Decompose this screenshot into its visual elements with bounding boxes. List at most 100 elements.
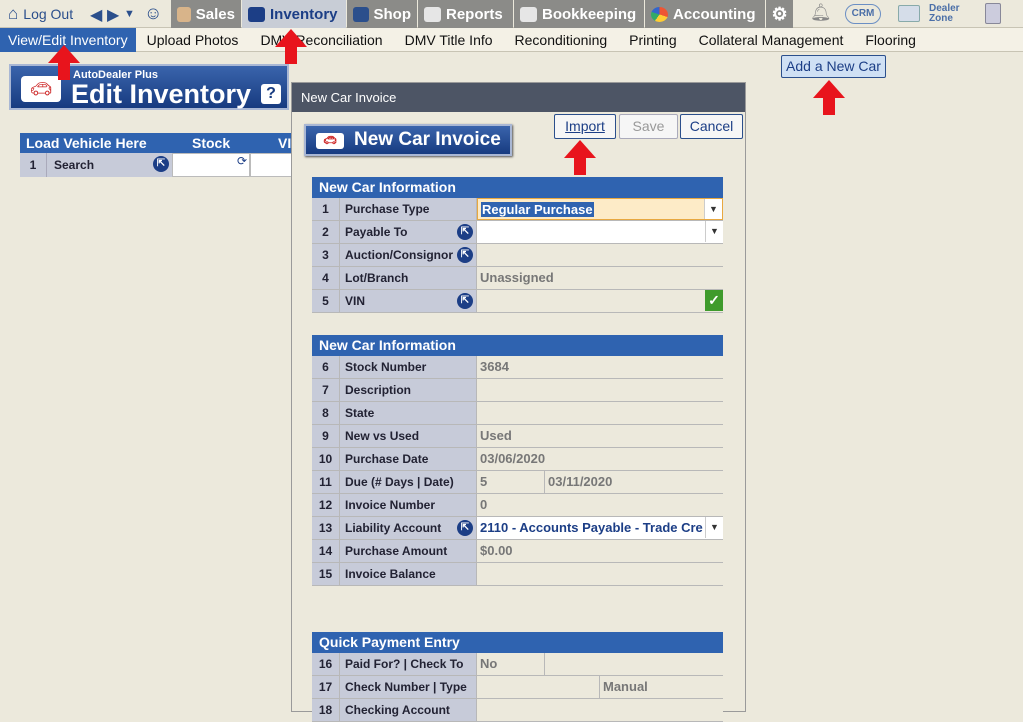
calculator-icon[interactable] xyxy=(985,3,1001,24)
dealer-zone-button[interactable]: Dealer Zone xyxy=(898,3,968,25)
vin-input[interactable] xyxy=(250,153,295,177)
table-row: 16 Paid For? | Check To No xyxy=(312,653,723,676)
crm-button[interactable]: CRM xyxy=(845,4,881,24)
auction-consignor-field[interactable] xyxy=(477,244,723,266)
tab-bookkeeping[interactable]: Bookkeeping xyxy=(514,0,644,28)
invoice-balance-field[interactable] xyxy=(477,563,723,585)
table-row: 8 State xyxy=(312,402,723,425)
description-label: Description xyxy=(340,379,477,401)
liability-account-select[interactable]: 2110 - Accounts Payable - Trade Cre ▼ xyxy=(477,517,723,539)
cancel-button[interactable]: Cancel xyxy=(680,114,743,139)
save-button[interactable]: Save xyxy=(619,114,678,139)
tab-sales[interactable]: Sales xyxy=(171,0,241,28)
lookup-icon[interactable]: ⇱ xyxy=(457,520,473,536)
table-row: 9 New vs Used Used xyxy=(312,425,723,448)
load-vehicle-header: Load Vehicle Here xyxy=(26,135,147,151)
report-icon xyxy=(424,6,441,22)
tab-reports[interactable]: Reports xyxy=(418,0,513,28)
invoice-number-field[interactable]: 0 xyxy=(477,494,723,516)
check-number-field[interactable] xyxy=(477,676,600,698)
forward-arrow-icon[interactable]: ▶ xyxy=(107,5,119,25)
chevron-down-icon[interactable]: ▼ xyxy=(705,517,723,538)
page-title: Edit Inventory xyxy=(71,79,252,109)
page-title-banner: 🚗︎ AutoDealer Plus Edit Inventory ? xyxy=(9,64,289,110)
tab-accounting[interactable]: Accounting xyxy=(645,0,765,28)
table-row: 7 Description xyxy=(312,379,723,402)
purchase-amount-label: Purchase Amount xyxy=(340,540,477,562)
state-label: State xyxy=(340,402,477,424)
lookup-icon[interactable]: ⇱ xyxy=(457,293,473,309)
top-navigation-bar: ⌂ Log Out ◀ ▶ ▼ ☺ Sales Inventory Shop R… xyxy=(0,0,1023,28)
table-row: 18 Checking Account xyxy=(312,699,723,722)
help-icon[interactable]: ? xyxy=(261,84,281,104)
state-field[interactable] xyxy=(477,402,723,424)
tab-inventory[interactable]: Inventory xyxy=(242,0,346,28)
check-type-field[interactable]: Manual xyxy=(600,676,648,698)
stock-number-label: Stock Number xyxy=(340,356,477,378)
paid-for-field[interactable]: No xyxy=(477,653,545,675)
subnav-dmv-title-info[interactable]: DMV Title Info xyxy=(394,28,504,52)
back-arrow-icon[interactable]: ◀ xyxy=(90,5,102,25)
auction-consignor-label: Auction/Consignor ⇱ xyxy=(340,244,477,266)
checking-account-field[interactable] xyxy=(477,699,723,721)
new-car-information-section-1: New Car Information 1 Purchase Type Regu… xyxy=(312,177,723,313)
pie-chart-icon xyxy=(651,6,668,22)
payable-to-select[interactable]: ▼ xyxy=(477,221,723,243)
due-date-field[interactable]: 03/11/2020 xyxy=(545,471,612,493)
home-icon: ⌂ xyxy=(8,4,19,23)
table-row: 11 Due (# Days | Date) 5 03/11/2020 xyxy=(312,471,723,494)
lookup-icon[interactable]: ⇱ xyxy=(457,224,473,240)
subnav-dmv-reconciliation[interactable]: DMV Reconciliation xyxy=(249,28,393,52)
row-number: 1 xyxy=(20,153,46,177)
user-face-icon[interactable]: ☺ xyxy=(144,3,162,24)
stock-input[interactable]: ⟳ xyxy=(172,153,250,177)
vin-field[interactable]: ✓ xyxy=(477,290,723,312)
table-row: 10 Purchase Date 03/06/2020 xyxy=(312,448,723,471)
bell-icon[interactable]: 🔔︎ xyxy=(810,3,832,23)
logout-button[interactable]: ⌂ Log Out xyxy=(2,0,79,28)
refresh-icon[interactable]: ⟳ xyxy=(237,154,247,168)
due-days-field[interactable]: 5 xyxy=(477,471,545,493)
tab-shop[interactable]: Shop xyxy=(347,0,417,28)
table-row: 14 Purchase Amount $0.00 xyxy=(312,540,723,563)
search-lookup-icon[interactable]: ⇱ xyxy=(153,156,169,172)
dealer-zone-icon xyxy=(898,5,920,22)
stock-number-field[interactable]: 3684 xyxy=(477,356,723,378)
search-label: Search ⇱ xyxy=(46,153,172,177)
salesperson-icon xyxy=(177,6,191,22)
chevron-down-icon[interactable]: ▼ xyxy=(704,199,722,219)
subnav-reconditioning[interactable]: Reconditioning xyxy=(504,28,619,52)
table-row: 6 Stock Number 3684 xyxy=(312,356,723,379)
lookup-icon[interactable]: ⇱ xyxy=(457,247,473,263)
table-row: 5 VIN ⇱ ✓ xyxy=(312,290,723,313)
subnav-flooring[interactable]: Flooring xyxy=(854,28,927,52)
subnav-upload-photos[interactable]: Upload Photos xyxy=(136,28,250,52)
stock-header: Stock xyxy=(192,135,231,151)
invoice-number-label: Invoice Number xyxy=(340,494,477,516)
purchase-amount-field[interactable]: $0.00 xyxy=(477,540,723,562)
subnav-collateral-management[interactable]: Collateral Management xyxy=(688,28,855,52)
check-number-label: Check Number | Type xyxy=(340,676,477,698)
purchase-date-field[interactable]: 03/06/2020 xyxy=(477,448,723,470)
new-vs-used-label: New vs Used xyxy=(340,425,477,447)
car-icon xyxy=(248,6,265,22)
vin-label: VIN ⇱ xyxy=(340,290,477,312)
due-label: Due (# Days | Date) xyxy=(340,471,477,493)
subnav-printing[interactable]: Printing xyxy=(618,28,687,52)
invoice-balance-label: Invoice Balance xyxy=(340,563,477,585)
chevron-down-icon[interactable]: ▼ xyxy=(705,221,723,242)
table-row: 4 Lot/Branch Unassigned xyxy=(312,267,723,290)
purchase-type-select[interactable]: Regular Purchase ▼ xyxy=(477,198,723,220)
settings-gear-button[interactable]: ⚙ xyxy=(766,0,793,28)
car-icon: 🚗︎ xyxy=(21,76,61,102)
description-field[interactable] xyxy=(477,379,723,401)
import-button[interactable]: Import xyxy=(554,114,616,139)
check-to-field[interactable] xyxy=(545,653,548,675)
add-new-car-button[interactable]: Add a New Car xyxy=(781,55,886,78)
table-row: 2 Payable To ⇱ ▼ xyxy=(312,221,723,244)
chevron-down-icon[interactable]: ▼ xyxy=(124,8,135,20)
new-car-invoice-banner: 🚗︎ New Car Invoice xyxy=(304,124,512,156)
lot-branch-label: Lot/Branch xyxy=(340,267,477,289)
new-vs-used-field[interactable]: Used xyxy=(477,425,723,447)
lot-branch-field[interactable]: Unassigned xyxy=(477,267,723,289)
